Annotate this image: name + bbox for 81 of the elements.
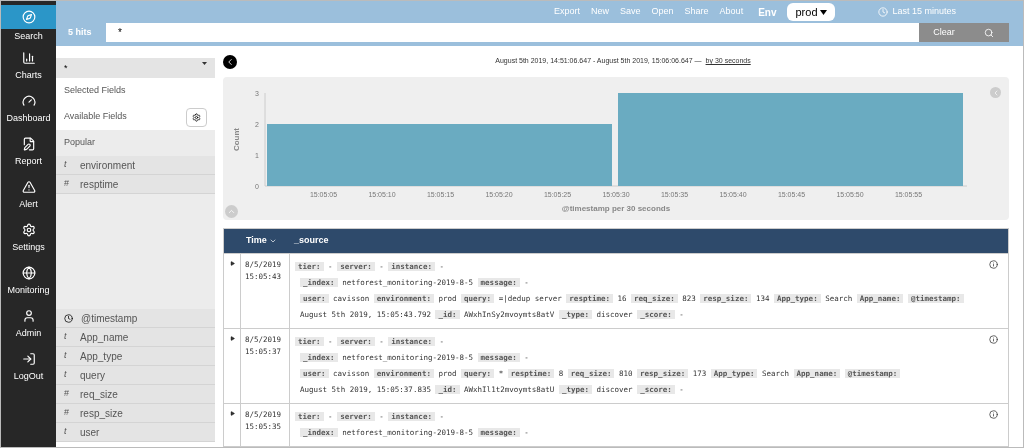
sidebar-item[interactable]: Report: [1, 130, 56, 173]
sidebar-label: Report: [15, 157, 42, 166]
x-axis-label: @timestamp per 30 seconds: [561, 204, 671, 213]
y-axis-label: Count: [232, 127, 241, 152]
warning-icon: [21, 180, 36, 194]
gauge-icon: [21, 94, 36, 108]
expand-icon[interactable]: [229, 336, 235, 341]
user-icon: [21, 309, 36, 323]
section-heading: Selected Fields: [63, 84, 127, 98]
sidebar-label: LogOut: [13, 372, 44, 381]
sidebar-item[interactable]: Charts: [1, 44, 56, 87]
field-name: App_name: [80, 330, 129, 345]
sidebar-item[interactable]: Monitoring: [1, 259, 56, 302]
chevron-left-icon: [225, 56, 235, 67]
field-item[interactable]: t environment: [56, 156, 215, 175]
field-name: user: [80, 425, 100, 440]
sidebar-item[interactable]: Alert: [1, 173, 56, 216]
field-type-icon: t: [64, 349, 72, 363]
sidebar-label: Dashboard: [6, 114, 51, 123]
globe-icon: [21, 266, 36, 280]
sidebar-label: Charts: [15, 71, 42, 80]
field-item[interactable]: t query: [56, 366, 215, 385]
column-header[interactable]: Time: [246, 234, 267, 248]
sidebar-label: Settings: [12, 243, 45, 252]
sidebar-item[interactable]: Settings: [1, 216, 56, 259]
info-icon[interactable]: [989, 410, 998, 419]
field-item[interactable]: t App_type: [56, 347, 215, 366]
field-item[interactable]: # resp_size: [56, 404, 215, 423]
sidebar-item[interactable]: LogOut: [1, 345, 56, 388]
search-icon: [984, 27, 994, 38]
field-item[interactable]: t App_name: [56, 328, 215, 347]
info-icon[interactable]: [989, 260, 998, 269]
field-item[interactable]: # resptime: [56, 175, 215, 194]
sidebar-label: Alert: [19, 200, 38, 209]
column-header: _source: [294, 234, 329, 248]
field-type-icon: t: [64, 158, 72, 172]
field-name: @timestamp: [81, 311, 138, 326]
bar-chart-icon: [21, 51, 36, 65]
field-name: App_type: [80, 349, 123, 364]
search-field[interactable]: *: [106, 23, 919, 42]
field-type-icon: #: [64, 177, 72, 191]
sidebar-item[interactable]: Dashboard: [1, 87, 56, 130]
field-type-icon: t: [64, 425, 72, 439]
settings-icon: [192, 112, 201, 122]
field-item[interactable]: @timestamp: [56, 309, 215, 328]
clock-icon: [878, 7, 889, 17]
field-name: resptime: [80, 177, 119, 192]
expand-icon[interactable]: [229, 411, 235, 416]
settings-button[interactable]: [186, 107, 207, 127]
expand-icon[interactable]: [229, 261, 235, 266]
field-type-icon: t: [64, 330, 72, 344]
info-icon[interactable]: [989, 335, 998, 344]
edit-icon: [21, 137, 36, 151]
field-type-icon: t: [64, 368, 72, 382]
field-name: resp_size: [80, 406, 123, 421]
field-name: req_size: [80, 387, 118, 402]
settings-icon: [21, 223, 36, 237]
sidebar-item[interactable]: Admin: [1, 302, 56, 345]
section-heading: Popular: [63, 136, 97, 150]
collapse-button[interactable]: [223, 54, 237, 69]
compass-icon: [21, 10, 36, 24]
index-pattern-select[interactable]: *: [56, 58, 215, 78]
sidebar-label: Admin: [15, 329, 42, 338]
caret-icon: [820, 9, 828, 15]
env-label: Env: [758, 5, 777, 20]
field-type-icon: #: [64, 387, 72, 401]
sort-caret-icon[interactable]: [268, 237, 277, 245]
field-name: environment: [80, 158, 136, 173]
hits-count: 5 hits: [68, 25, 93, 39]
env-dropdown[interactable]: prod: [787, 3, 836, 21]
field-item[interactable]: # req_size: [56, 385, 215, 404]
clock-icon: [64, 313, 73, 323]
sidebar-label: Search: [14, 32, 43, 41]
logout-icon: [21, 352, 36, 366]
caret-icon: [202, 62, 207, 65]
clear-button[interactable]: Clear: [919, 23, 969, 42]
field-item[interactable]: t user: [56, 423, 215, 442]
field-name: query: [80, 368, 105, 383]
section-heading: Available Fields: [64, 110, 127, 124]
field-type-icon: #: [64, 406, 72, 420]
sidebar-label: Monitoring: [7, 286, 50, 295]
